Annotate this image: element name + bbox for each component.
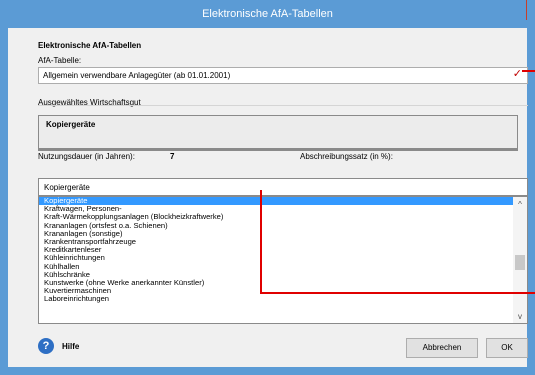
asset-list[interactable]: Kopiergeräte Kraftwagen, Personen- Kraft-W… [38, 196, 528, 324]
afa-table-select[interactable]: Allgemein verwendbare Anlagegüter (ab 01… [38, 67, 528, 84]
list-item[interactable]: Kühlhallen [39, 262, 513, 271]
chevron-up-icon[interactable]: ^ [513, 199, 527, 211]
afa-table-label: AfA-Tabelle: [38, 56, 82, 65]
help-label[interactable]: Hilfe [62, 342, 79, 351]
right-border [527, 0, 535, 375]
ok-button[interactable]: OK [486, 338, 528, 358]
chevron-down-icon[interactable]: ✓ [513, 69, 522, 80]
list-item[interactable]: Krankentransportfahrzeuge [39, 237, 513, 246]
title-bar[interactable]: Elektronische AfA-Tabellen [0, 0, 535, 28]
selected-item-text: Kopiergeräte [46, 120, 96, 129]
help-icon[interactable]: ? [38, 338, 54, 354]
group-divider [38, 105, 528, 106]
abschreibungssatz-label: Abschreibungssatz (in %): [300, 152, 393, 161]
selected-item-box: Kopiergeräte [38, 115, 518, 151]
cancel-button[interactable]: Abbrechen [406, 338, 478, 358]
chevron-down-icon[interactable]: v [513, 311, 527, 323]
dialog-window: Elektronische AfA-Tabellen Elektronische… [0, 0, 535, 375]
scrollbar-thumb[interactable] [515, 255, 525, 270]
list-item[interactable]: Kreditkartenleser [39, 245, 513, 254]
nutzungsdauer-value: 7 [170, 152, 175, 161]
form-heading: Elektronische AfA-Tabellen [38, 41, 142, 50]
search-input[interactable]: Kopiergeräte [38, 178, 528, 196]
list-item[interactable]: Kühleinrichtungen [39, 254, 513, 262]
nutzungsdauer-label: Nutzungsdauer (in Jahren): [38, 152, 135, 161]
search-input-value: Kopiergeräte [44, 183, 90, 192]
list-scrollbar[interactable]: ^ v [513, 197, 527, 323]
window-title: Elektronische AfA-Tabellen [202, 8, 333, 20]
left-border [0, 0, 8, 375]
bottom-border [0, 367, 535, 375]
annotation-line-top [522, 70, 535, 72]
annotation-line-vertical [260, 190, 262, 294]
list-item[interactable]: Laboreinrichtungen [39, 295, 513, 303]
afa-table-value: Allgemein verwendbare Anlagegüter (ab 01… [43, 71, 231, 80]
asset-list-rows: Kopiergeräte Kraftwagen, Personen- Kraft-W… [39, 197, 513, 303]
annotation-line-horizontal [260, 292, 535, 294]
